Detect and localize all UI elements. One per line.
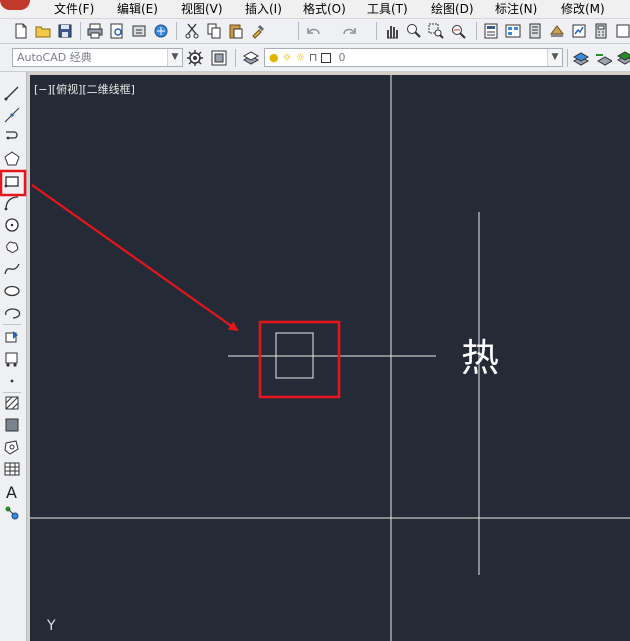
multiline-text-icon[interactable]: A: [3, 482, 21, 500]
line-icon[interactable]: [3, 84, 21, 102]
redo-icon[interactable]: [340, 22, 358, 40]
region-icon[interactable]: [3, 438, 21, 456]
markup-set-icon[interactable]: [570, 22, 588, 40]
plot-preview-icon[interactable]: [108, 22, 126, 40]
hatch-icon[interactable]: [3, 394, 21, 412]
draw-toolbar: A: [0, 72, 27, 641]
revision-cloud-icon[interactable]: [3, 238, 21, 256]
properties-icon[interactable]: [482, 22, 500, 40]
menu-file[interactable]: 文件(F): [54, 1, 94, 17]
copy-icon[interactable]: [205, 22, 223, 40]
menu-view[interactable]: 视图(V): [181, 1, 223, 17]
layer-dropdown[interactable]: ● ☼ ☼ ⊓ 0 ▼: [264, 48, 563, 67]
menu-format[interactable]: 格式(O): [303, 1, 346, 17]
arc-icon[interactable]: [3, 194, 21, 212]
insert-block-icon[interactable]: [3, 328, 21, 346]
layer-color-swatch: [320, 53, 331, 63]
save-workspace-icon[interactable]: [210, 49, 228, 67]
gradient-icon[interactable]: [3, 416, 21, 434]
zoom-window-icon[interactable]: [427, 22, 445, 40]
quickcalc-icon[interactable]: [592, 22, 610, 40]
cut-icon[interactable]: [183, 22, 201, 40]
svg-text:A: A: [6, 483, 17, 500]
make-block-icon[interactable]: [3, 350, 21, 368]
workspace-dropdown[interactable]: AutoCAD 经典 ▼: [12, 48, 183, 67]
layer-previous-icon[interactable]: [594, 49, 612, 67]
zoom-previous-icon[interactable]: [449, 22, 467, 40]
table-icon[interactable]: [3, 460, 21, 478]
add-selected-icon[interactable]: [3, 504, 21, 522]
publish-icon[interactable]: [130, 22, 148, 40]
pan-hand-icon[interactable]: [383, 22, 401, 40]
standard-toolbar: [0, 19, 630, 44]
layer-name: 0: [338, 51, 346, 64]
ucs-y-axis-label: Y: [47, 618, 56, 634]
workspace-settings-gear-icon[interactable]: [186, 49, 204, 67]
help-icon[interactable]: [614, 22, 630, 40]
match-properties-icon[interactable]: [249, 22, 267, 40]
spline-icon[interactable]: [3, 260, 21, 278]
layer-states-icon[interactable]: [616, 49, 630, 67]
design-center-icon[interactable]: [504, 22, 522, 40]
workspace-value: AutoCAD 经典: [17, 51, 92, 64]
chevron-down-icon[interactable]: ▼: [547, 49, 562, 66]
undo-icon[interactable]: [305, 22, 323, 40]
sun-icon[interactable]: ☼: [282, 51, 292, 64]
menu-tools[interactable]: 工具(T): [367, 1, 408, 17]
point-icon[interactable]: [3, 372, 21, 390]
new-file-icon[interactable]: [12, 22, 30, 40]
chevron-down-icon[interactable]: ▼: [167, 49, 182, 66]
make-object-layer-current-icon[interactable]: [572, 49, 590, 67]
menu-edit[interactable]: 编辑(E): [117, 1, 158, 17]
paste-icon[interactable]: [227, 22, 245, 40]
rectangle-icon[interactable]: [3, 172, 21, 190]
menu-bar: 文件(F) 编辑(E) 视图(V) 插入(I) 格式(O) 工具(T) 绘图(D…: [0, 0, 630, 19]
menu-insert[interactable]: 插入(I): [245, 1, 282, 17]
sun-icon[interactable]: ☼: [295, 51, 305, 64]
tool-palettes-icon[interactable]: [526, 22, 544, 40]
save-icon[interactable]: [56, 22, 74, 40]
circle-icon[interactable]: [3, 216, 21, 234]
layer-manager-icon[interactable]: [242, 49, 260, 67]
polygon-icon[interactable]: [3, 150, 21, 168]
autocad-logo-icon[interactable]: [0, 0, 30, 10]
menu-dimension[interactable]: 标注(N): [495, 1, 537, 17]
lightbulb-icon[interactable]: ●: [269, 51, 279, 64]
lock-icon[interactable]: ⊓: [309, 51, 318, 64]
3d-dwf-icon[interactable]: [152, 22, 170, 40]
canvas-text-object[interactable]: 热: [461, 334, 499, 382]
layers-toolbar: AutoCAD 经典 ▼ ● ☼ ☼ ⊓ 0 ▼: [0, 44, 630, 72]
open-folder-icon[interactable]: [34, 22, 52, 40]
construction-line-icon[interactable]: [3, 106, 21, 124]
print-icon[interactable]: [86, 22, 104, 40]
menu-draw[interactable]: 绘图(D): [431, 1, 474, 17]
sheet-set-icon[interactable]: [548, 22, 566, 40]
menu-modify[interactable]: 修改(M): [561, 1, 605, 17]
ellipse-icon[interactable]: [3, 282, 21, 300]
polyline-icon[interactable]: [3, 128, 21, 146]
ellipse-arc-icon[interactable]: [3, 304, 21, 322]
zoom-realtime-icon[interactable]: [405, 22, 423, 40]
drawing-geometry: [30, 75, 630, 641]
drawing-canvas[interactable]: [−][俯视][二维线框] 热 Y: [30, 75, 630, 641]
